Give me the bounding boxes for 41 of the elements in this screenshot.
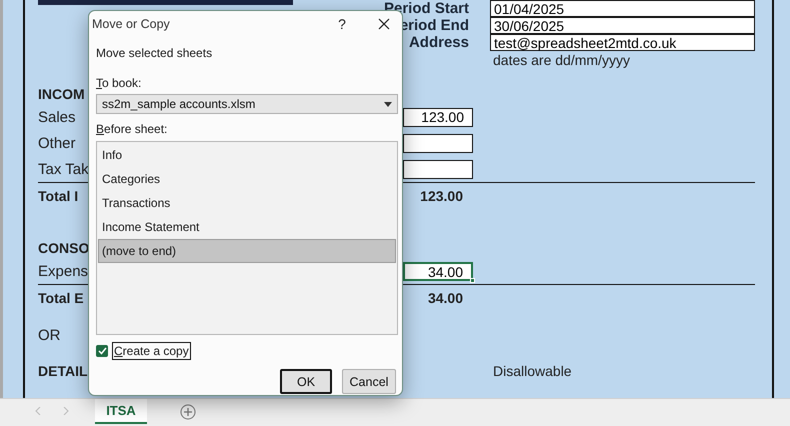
fill-handle[interactable] [470,278,475,282]
to-book-label: To book: [96,76,142,90]
total-label: Total I [38,188,80,204]
field-value[interactable]: 01/04/2025 [490,0,755,16]
section-heading: CONSO [38,240,88,256]
before-sheet-label: Before sheet: [96,122,168,136]
row-label: Other [38,134,77,152]
row-label: Sales [38,108,77,126]
field-value[interactable]: test@spreadsheet2mtd.co.uk [490,34,755,50]
sheet-list-item[interactable]: Info [98,143,396,167]
book-dropdown[interactable]: ss2m_sample accounts.xlsm [96,94,398,114]
caret-icon [384,102,392,106]
section-heading: INCOM [38,86,86,102]
add-sheet-icon[interactable] [180,404,196,420]
row-label: Tax Tak [38,160,88,178]
amount-cell[interactable] [403,160,473,178]
instruction-text: Move selected sheets [96,46,214,60]
sheet-list-item[interactable]: Transactions [98,191,396,215]
total-label: Total E [38,290,85,306]
row-label: OR [38,326,62,344]
date-format-note: dates are dd/mm/yyyy [492,52,631,68]
amount-cell[interactable]: 34.00 [403,262,473,280]
sheet-list-item[interactable]: Categories [98,167,396,191]
row-label: Expens [38,262,88,280]
copy-label[interactable]: Create a copy [112,342,191,360]
sheet-list-item[interactable]: (move to end) [98,239,396,263]
field-value[interactable]: 30/06/2025 [490,16,755,34]
section-heading: DETAIL [38,363,88,379]
cancel-button[interactable]: Cancel [342,369,396,394]
amount-cell[interactable]: 123.00 [403,108,473,126]
amount-cell[interactable] [403,134,473,152]
ok-button[interactable]: OK [280,369,332,394]
copy-checkbox[interactable] [96,345,108,357]
help-button[interactable]: ? [330,16,354,32]
sheet-tab[interactable]: ITSA [95,399,147,424]
total-value: 123.00 [420,188,464,204]
dialog-title: Move or Copy [92,17,171,31]
field-label: Address [408,34,470,51]
column-heading: Disallowable [492,363,573,379]
sheet-list-item[interactable]: Income Statement [98,215,396,239]
total-value: 34.00 [428,290,464,306]
